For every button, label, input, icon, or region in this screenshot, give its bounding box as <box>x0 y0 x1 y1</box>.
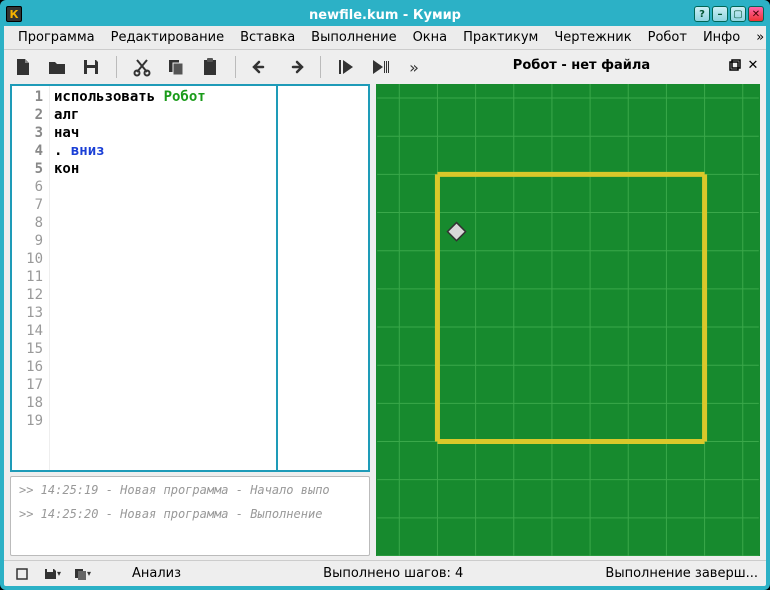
status-stop-icon[interactable] <box>12 564 32 584</box>
menu-robot[interactable]: Робот <box>640 28 695 47</box>
maximize-button[interactable]: ▢ <box>730 6 746 22</box>
status-steps: Выполнено шагов: 4 <box>323 566 463 581</box>
paste-icon[interactable] <box>197 54 223 80</box>
window-title: newfile.kum - Кумир <box>309 8 461 23</box>
code-editor[interactable]: 12345678910111213141516171819 использова… <box>10 84 370 472</box>
menu-drafter[interactable]: Чертежник <box>546 28 639 47</box>
minimize-button[interactable]: – <box>712 6 728 22</box>
cut-icon[interactable] <box>129 54 155 80</box>
menu-windows[interactable]: Окна <box>405 28 456 47</box>
toolbar: » <box>4 50 433 84</box>
new-file-icon[interactable] <box>10 54 36 80</box>
copy-icon[interactable] <box>163 54 189 80</box>
log-line: >> 14:25:20 - Новая программа - Выполнен… <box>19 507 361 521</box>
code-area[interactable]: использовать Роботалгнач. внизкон <box>50 86 368 470</box>
output-log[interactable]: >> 14:25:19 - Новая программа - Начало в… <box>10 476 370 556</box>
run-step-icon[interactable] <box>367 54 393 80</box>
status-save-icon[interactable]: ▾ <box>42 564 62 584</box>
menu-program[interactable]: Программа <box>10 28 103 47</box>
menu-edit[interactable]: Редактирование <box>103 28 232 47</box>
redo-icon[interactable] <box>282 54 308 80</box>
statusbar: ▾ ▾ Анализ Выполнено шагов: 4 Выполнение… <box>4 560 766 586</box>
open-file-icon[interactable] <box>44 54 70 80</box>
log-line: >> 14:25:19 - Новая программа - Начало в… <box>19 483 361 497</box>
status-copy-icon[interactable]: ▾ <box>72 564 92 584</box>
undo-icon[interactable] <box>248 54 274 80</box>
line-gutter: 12345678910111213141516171819 <box>12 86 50 470</box>
panel-restore-icon[interactable] <box>726 56 744 74</box>
context-help-button[interactable]: ? <box>694 6 710 22</box>
run-icon[interactable] <box>333 54 359 80</box>
menu-practicum[interactable]: Практикум <box>455 28 546 47</box>
margin-line <box>276 86 278 470</box>
menu-insert[interactable]: Вставка <box>232 28 303 47</box>
robot-panel-title: Робот - нет файла <box>437 58 726 73</box>
menu-run[interactable]: Выполнение <box>303 28 404 47</box>
status-run-state: Выполнение заверш... <box>605 566 758 581</box>
titlebar: К newfile.kum - Кумир ? – ▢ ✕ <box>4 4 766 26</box>
menubar: Программа Редактирование Вставка Выполне… <box>4 26 766 50</box>
menu-overflow[interactable]: » <box>748 28 770 47</box>
toolbar-overflow-icon[interactable]: » <box>401 54 427 80</box>
save-file-icon[interactable] <box>78 54 104 80</box>
robot-field[interactable] <box>376 84 760 556</box>
status-analysis: Анализ <box>132 566 181 581</box>
app-icon: К <box>6 6 22 22</box>
panel-close-icon[interactable]: ✕ <box>744 56 762 74</box>
menu-info[interactable]: Инфо <box>695 28 748 47</box>
close-button[interactable]: ✕ <box>748 6 764 22</box>
